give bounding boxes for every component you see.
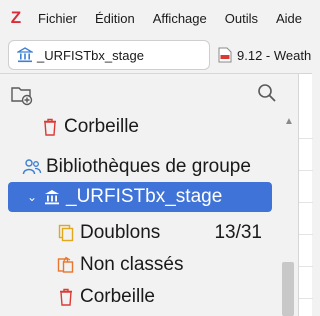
tree-item-label: Bibliothèques de groupe	[46, 156, 251, 177]
row-divider	[299, 138, 313, 139]
tab-library[interactable]: _URFISTbx_stage	[8, 40, 210, 70]
tree-item-trash-library[interactable]: Corbeille	[0, 112, 280, 142]
row-divider	[299, 266, 313, 267]
menu-aide[interactable]: Aide	[267, 11, 311, 26]
collections-pane: Corbeille Bibliothèques de groupe ⌄ _URF…	[0, 74, 298, 316]
menu-affichage[interactable]: Affichage	[144, 11, 216, 26]
tree-item-label: _URFISTbx_stage	[66, 186, 223, 207]
tree-item-group-urfistbx[interactable]: ⌄ _URFISTbx_stage	[8, 182, 272, 212]
row-divider	[299, 202, 313, 203]
menu-bar: Z Fichier Édition Affichage Outils Aide	[0, 0, 312, 36]
library-icon	[42, 189, 62, 205]
scroll-up-icon[interactable]: ▲	[284, 116, 294, 127]
tree-header-group-libraries[interactable]: Bibliothèques de groupe	[0, 152, 280, 182]
menu-outils[interactable]: Outils	[216, 11, 267, 26]
scrollbar-thumb[interactable]	[282, 262, 294, 316]
tab-pdf-label: 9.12 - Weath	[237, 47, 312, 63]
trash-icon	[40, 118, 60, 136]
tab-library-label: _URFISTbx_stage	[37, 47, 144, 63]
tree-item-label: Corbeille	[64, 116, 139, 137]
items-pane-edge	[298, 74, 313, 316]
duplicates-icon	[56, 224, 76, 242]
row-divider	[299, 170, 313, 171]
tree-item-label: Doublons	[80, 222, 161, 243]
row-divider	[299, 234, 313, 235]
group-icon	[22, 158, 42, 176]
tree-item-duplicates[interactable]: Doublons 13/31	[0, 218, 280, 248]
tree-item-label: Corbeille	[80, 286, 155, 307]
zotero-logo-icon[interactable]: Z	[3, 8, 29, 28]
chevron-down-icon[interactable]: ⌄	[24, 190, 40, 204]
duplicates-count: 13/31	[214, 222, 262, 243]
search-icon[interactable]	[256, 82, 278, 104]
menu-edition[interactable]: Édition	[86, 11, 144, 26]
unfiled-icon	[56, 256, 76, 274]
tab-strip: _URFISTbx_stage 9.12 - Weath	[0, 36, 312, 74]
pdf-icon	[218, 47, 232, 63]
menu-fichier[interactable]: Fichier	[29, 11, 86, 26]
tree-item-trash[interactable]: Corbeille	[0, 282, 280, 312]
trash-icon	[56, 288, 76, 306]
row-divider	[299, 298, 313, 299]
new-collection-icon[interactable]	[10, 83, 34, 107]
library-icon	[17, 47, 33, 63]
tree-item-label: Non classés	[80, 254, 184, 275]
tab-pdf[interactable]: 9.12 - Weath	[216, 40, 320, 70]
tree-item-unfiled[interactable]: Non classés	[0, 250, 280, 280]
